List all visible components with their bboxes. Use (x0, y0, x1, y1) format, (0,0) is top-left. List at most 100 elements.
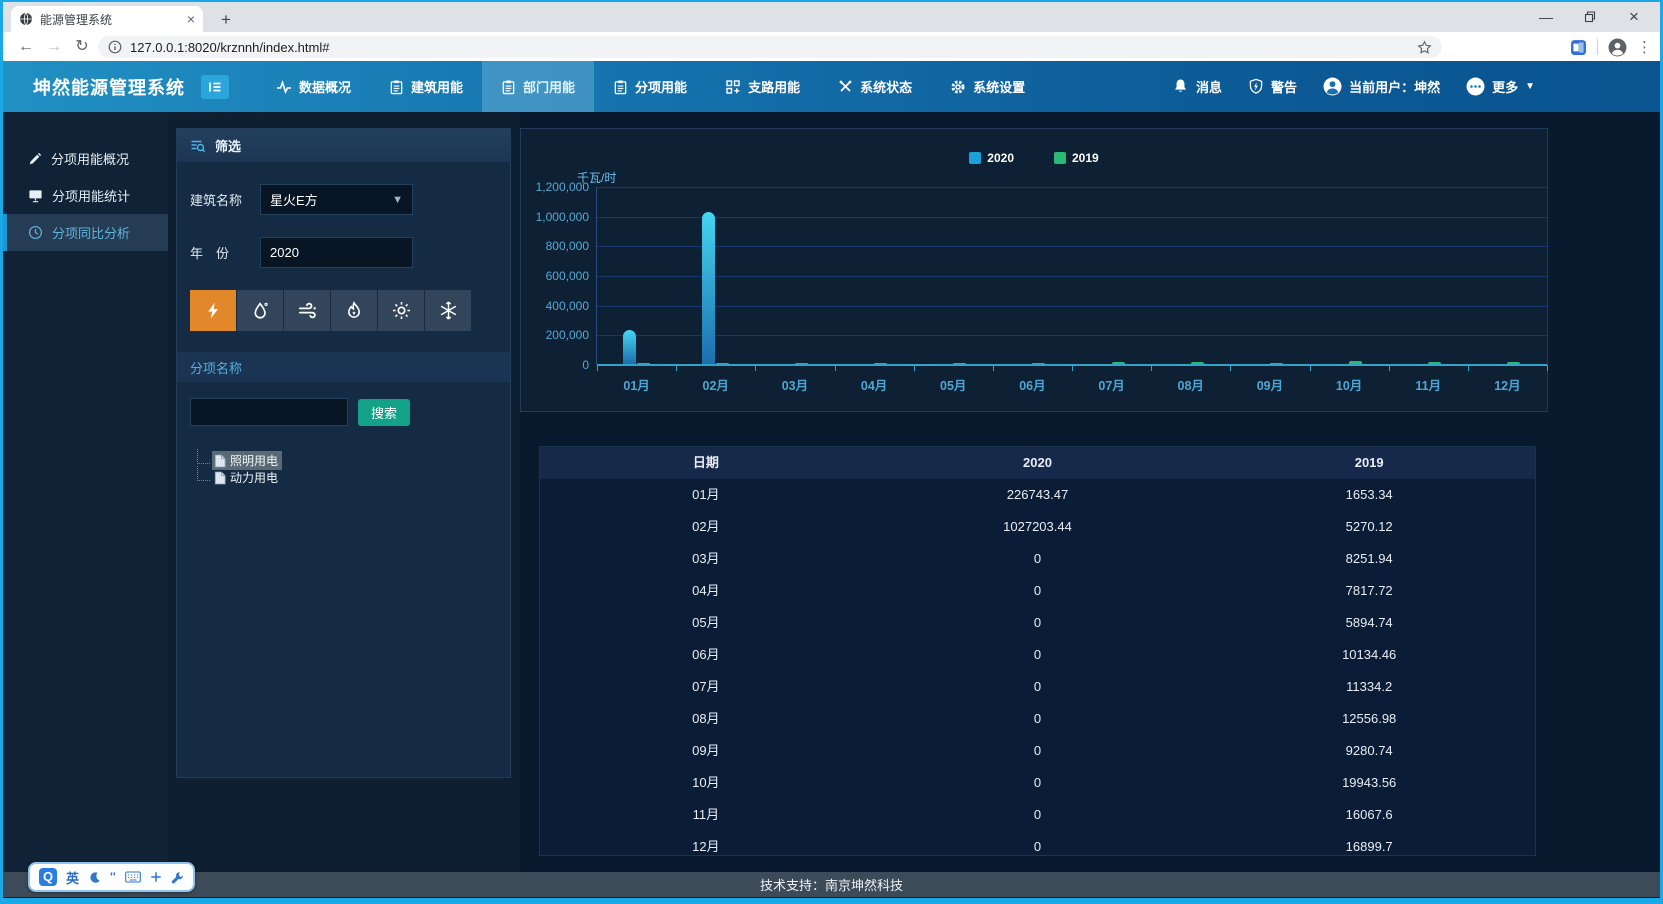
profile-avatar-icon[interactable] (1608, 38, 1627, 57)
alerts-label: 警告 (1271, 77, 1297, 96)
sidebar-item-label: 分项用能统计 (52, 186, 130, 205)
punctuation-toggle[interactable]: '' (110, 870, 116, 884)
legend-item-2019[interactable]: 2019 (1054, 151, 1099, 165)
nav-item-label: 分项用能 (635, 77, 687, 96)
energy-button-droplet[interactable] (237, 290, 283, 331)
x-axis-label: 10月 (1310, 375, 1389, 394)
x-axis-label: 07月 (1072, 375, 1151, 394)
table-row: 09月09280.74 (540, 735, 1535, 767)
energy-button-snowflake[interactable] (425, 290, 471, 331)
search-input[interactable] (190, 398, 348, 426)
pencil-icon (28, 152, 42, 166)
search-button[interactable]: 搜索 (358, 399, 410, 426)
snowflake-icon (439, 301, 458, 320)
building-label: 建筑名称 (190, 190, 248, 209)
table-cell: 5270.12 (1203, 511, 1535, 543)
legend-label: 2019 (1072, 151, 1099, 165)
ime-plus-icon[interactable] (150, 871, 162, 883)
table-row: 03月08251.94 (540, 543, 1535, 575)
subitem-section-header: 分项名称 (177, 352, 510, 382)
gridline (597, 335, 1547, 336)
table-cell: 16067.6 (1203, 799, 1535, 831)
clipboard-icon (389, 79, 404, 95)
address-bar[interactable]: 127.0.0.1:8020/krznnh/index.html# (98, 36, 1442, 58)
bar-2019 (1112, 362, 1125, 364)
messages-button[interactable]: 消息 (1172, 77, 1222, 96)
table-cell: 11月 (540, 799, 872, 831)
energy-button-flame[interactable] (331, 290, 377, 331)
flame-icon (345, 301, 363, 320)
table-cell: 03月 (540, 543, 872, 575)
table-cell: 0 (872, 607, 1204, 639)
building-value: 星火E方 (270, 190, 318, 209)
sidebar-item-分项用能概况[interactable]: 分项用能概况 (3, 140, 168, 177)
ime-logo-icon[interactable]: Q (39, 868, 57, 886)
nav-item-分项用能[interactable]: 分项用能 (594, 61, 706, 112)
building-select[interactable]: 星火E方 ▼ (260, 184, 413, 215)
user-icon (1323, 77, 1342, 96)
bar-2019 (874, 363, 887, 365)
tree-node-body[interactable]: 动力用电 (212, 468, 282, 487)
tree-node[interactable]: 动力用电 (197, 469, 510, 486)
tree-node[interactable]: 照明用电 (197, 452, 510, 469)
url-text[interactable]: 127.0.0.1:8020/krznnh/index.html# (130, 40, 1409, 55)
nav-item-建筑用能[interactable]: 建筑用能 (370, 61, 482, 112)
close-button[interactable]: × (1612, 2, 1656, 32)
table-cell: 0 (872, 671, 1204, 703)
legend-item-2020[interactable]: 2020 (969, 151, 1014, 165)
table-row: 05月05894.74 (540, 607, 1535, 639)
gridline (597, 276, 1547, 277)
menu-toggle-button[interactable] (201, 75, 229, 99)
new-tab-button[interactable]: + (215, 9, 237, 31)
table-row: 10月019943.56 (540, 767, 1535, 799)
minimize-button[interactable]: — (1524, 2, 1568, 32)
restore-button[interactable] (1568, 2, 1612, 32)
x-axis-tick (755, 365, 756, 371)
bar-2019 (795, 363, 808, 365)
nav-item-数据概况[interactable]: 数据概况 (257, 61, 370, 112)
energy-button-bolt[interactable] (190, 290, 236, 331)
nav-item-系统设置[interactable]: 系统设置 (931, 61, 1044, 112)
year-input[interactable] (260, 237, 413, 268)
file-icon (214, 454, 226, 468)
subitem-tree: 照明用电动力用电 (197, 452, 510, 486)
keyboard-icon[interactable] (125, 871, 141, 883)
ime-language-toggle[interactable]: 英 (66, 868, 79, 887)
moon-icon[interactable] (88, 871, 101, 884)
board-icon (28, 188, 43, 203)
filter-column: 筛选 建筑名称 星火E方 ▼ 年 份 分项名称 搜索 照明用电动力用电 (168, 112, 520, 872)
back-button[interactable]: ← (15, 36, 37, 58)
wrench-icon[interactable] (171, 871, 184, 884)
sidebar-item-分项同比分析[interactable]: 分项同比分析 (3, 214, 168, 251)
nav-item-系统状态[interactable]: 系统状态 (819, 61, 931, 112)
energy-button-sun[interactable] (378, 290, 424, 331)
bookmark-star-icon[interactable] (1417, 40, 1432, 55)
clock-icon (28, 225, 43, 240)
nav-item-部门用能[interactable]: 部门用能 (482, 61, 594, 112)
sidebar-item-分项用能统计[interactable]: 分项用能统计 (3, 177, 168, 214)
bar-2019 (1349, 361, 1362, 364)
reload-button[interactable]: ↻ (71, 36, 93, 58)
alerts-button[interactable]: 警告 (1248, 77, 1297, 96)
nav-item-支路用能[interactable]: 支路用能 (706, 61, 819, 112)
table-cell: 0 (872, 703, 1204, 735)
report-column: 20202019 千瓦/时 0200,000400,000600,000800,… (520, 112, 1660, 872)
chrome-menu-icon[interactable]: ⋮ (1637, 38, 1652, 56)
table-row: 07月011334.2 (540, 671, 1535, 703)
x-axis-tick (914, 365, 915, 371)
table-header-cell: 日期 (540, 447, 872, 479)
sidebar-item-label: 分项同比分析 (52, 223, 130, 242)
extension-icon[interactable] (1570, 39, 1587, 56)
browser-tab[interactable]: 能源管理系统 × (11, 6, 203, 32)
forward-button[interactable]: → (43, 36, 65, 58)
tab-close-icon[interactable]: × (187, 12, 195, 26)
shield-bolt-icon (1248, 78, 1264, 95)
info-icon[interactable] (108, 40, 122, 54)
x-axis-label: 01月 (597, 375, 676, 394)
current-user[interactable]: 当前用户：坤然 (1323, 77, 1440, 96)
bar-2019 (1270, 363, 1283, 365)
energy-type-buttons (190, 290, 510, 331)
energy-button-wind[interactable] (284, 290, 330, 331)
more-button[interactable]: 更多 ▼ (1466, 77, 1535, 96)
table-header-cell: 2020 (872, 447, 1204, 479)
